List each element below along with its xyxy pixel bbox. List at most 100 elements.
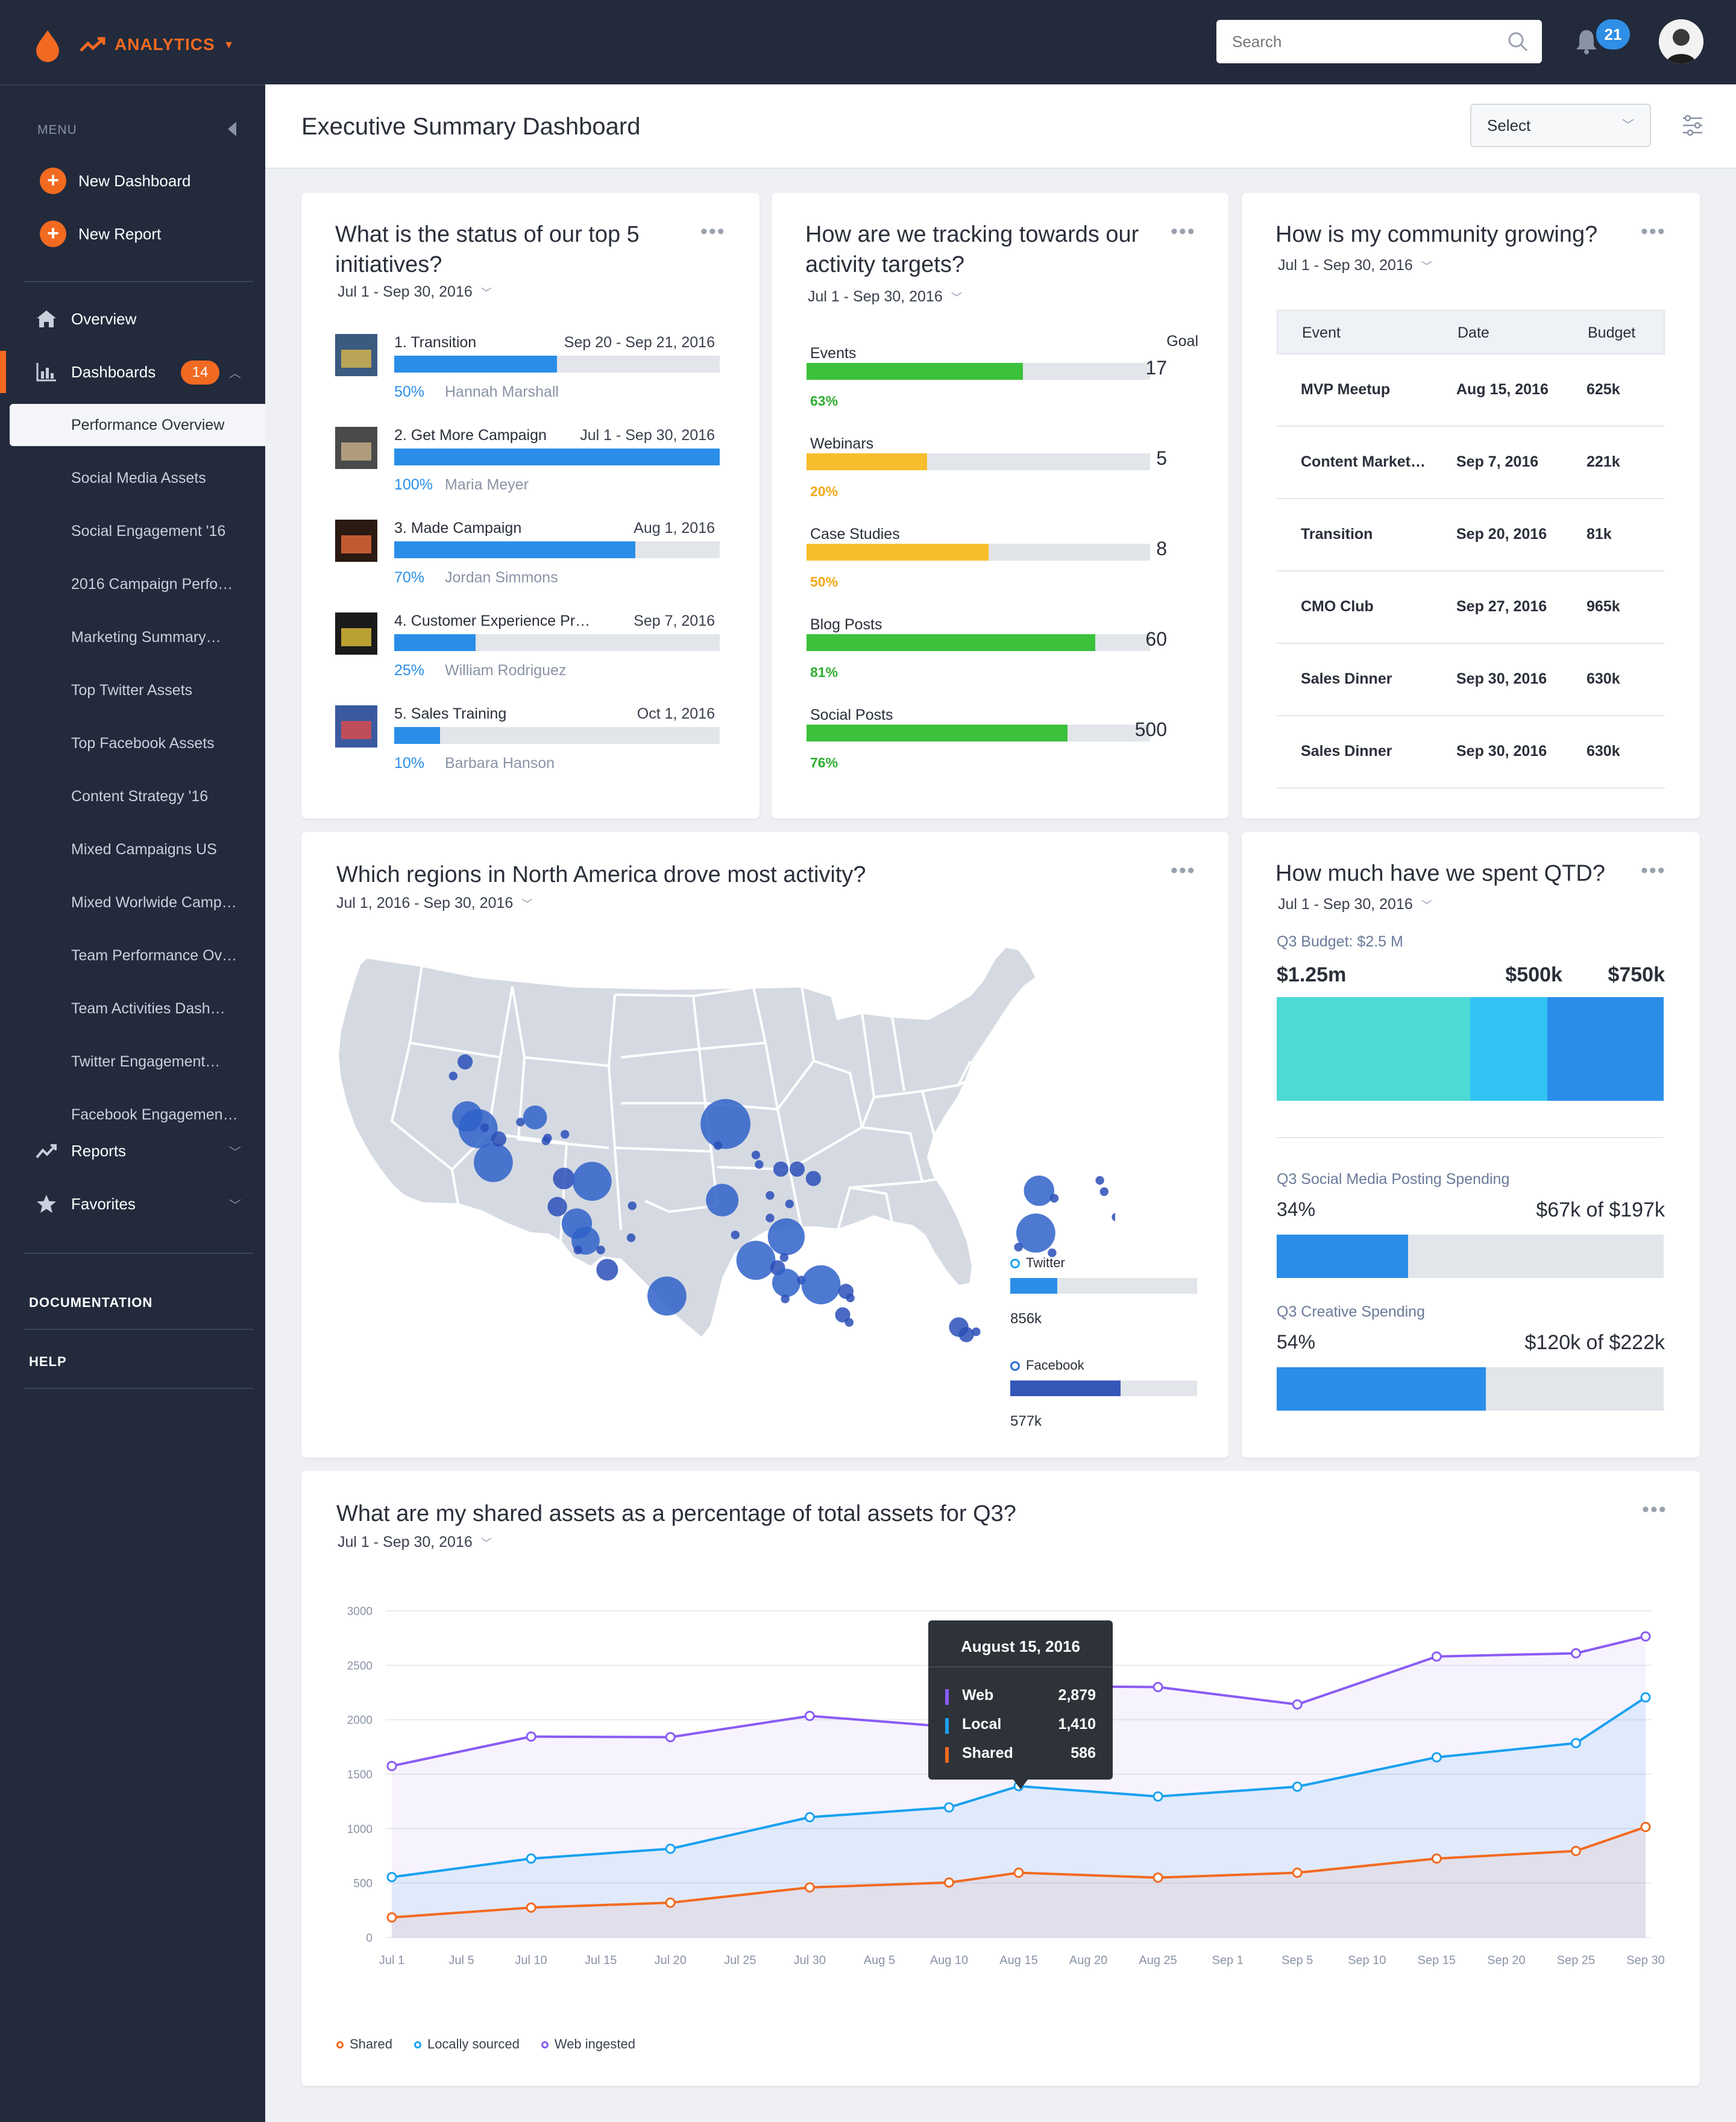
initiative-row[interactable]: 4. Customer Experience Pr… Sep 7, 2016 25%… <box>335 612 720 685</box>
data-point[interactable] <box>1292 1781 1303 1792</box>
more-menu-icon[interactable]: ••• <box>1171 860 1196 881</box>
new-dashboard-button[interactable]: + New Dashboard <box>40 168 190 194</box>
activity-bubble[interactable] <box>736 1241 776 1280</box>
activity-bubble[interactable] <box>553 1167 575 1189</box>
more-menu-icon[interactable]: ••• <box>1171 221 1196 242</box>
data-point[interactable] <box>665 1843 676 1854</box>
table-row[interactable]: CMO Club Sep 27, 2016 965k <box>1277 571 1665 644</box>
data-point[interactable] <box>804 1710 815 1721</box>
avatar[interactable] <box>1659 19 1703 64</box>
legend-item[interactable]: Locally sourced <box>414 2036 520 2052</box>
activity-bubble[interactable] <box>1095 1176 1104 1185</box>
activity-bubble[interactable] <box>547 1197 567 1217</box>
data-point[interactable] <box>1431 1752 1442 1763</box>
activity-bubble[interactable] <box>789 1161 805 1177</box>
activity-bubble[interactable] <box>448 1071 458 1081</box>
sliders-icon[interactable] <box>1681 113 1705 137</box>
data-point[interactable] <box>386 1912 397 1923</box>
activity-bubble[interactable] <box>491 1131 506 1147</box>
initiative-row[interactable]: 3. Made Campaign Aug 1, 2016 70% Jordan Sim… <box>335 520 720 592</box>
column-header[interactable]: Budget <box>1588 324 1635 342</box>
activity-bubble[interactable] <box>972 1327 981 1336</box>
activity-bubble[interactable] <box>751 1150 761 1160</box>
sidebar-subitem[interactable]: Twitter Engagement… <box>10 1041 265 1083</box>
initiative-row[interactable]: 1. Transition Sep 20 - Sep 21, 2016 50% Han… <box>335 334 720 406</box>
sidebar-subitem[interactable]: Team Performance Ov… <box>10 934 265 977</box>
data-point[interactable] <box>1013 1868 1024 1878</box>
activity-bubble[interactable] <box>573 1245 582 1255</box>
activity-bubble[interactable] <box>700 1099 750 1149</box>
initiative-row[interactable]: 2. Get More Campaign Jul 1 - Sep 30, 2016… <box>335 427 720 499</box>
activity-bubble[interactable] <box>1049 1194 1059 1203</box>
data-point[interactable] <box>1431 1651 1442 1662</box>
data-point[interactable] <box>526 1853 536 1864</box>
table-row[interactable]: Content Market… Sep 7, 2016 221k <box>1277 427 1665 499</box>
sidebar-item-dashboards[interactable]: Dashboards 14 ︿ <box>0 351 265 393</box>
data-point[interactable] <box>665 1732 676 1743</box>
legend-item[interactable]: Web ingested <box>541 2036 635 2052</box>
data-point[interactable] <box>1431 1853 1442 1864</box>
more-menu-icon[interactable]: ••• <box>700 221 726 242</box>
activity-bubble[interactable] <box>596 1245 605 1255</box>
activity-bubble[interactable] <box>772 1268 800 1297</box>
app-switcher[interactable]: ANALYTICS ▼ <box>80 35 234 54</box>
data-point[interactable] <box>1292 1868 1303 1878</box>
date-range[interactable]: Jul 1, 2016 - Sep 30, 2016 ﹀ <box>336 895 532 912</box>
activity-bubble[interactable] <box>781 1294 790 1303</box>
documentation-link[interactable]: DOCUMENTATION <box>29 1295 153 1311</box>
more-menu-icon[interactable]: ••• <box>1641 860 1666 881</box>
activity-bubble[interactable] <box>1024 1176 1055 1206</box>
data-point[interactable] <box>804 1812 815 1822</box>
activity-bubble[interactable] <box>626 1233 636 1242</box>
table-row[interactable]: Sales Dinner Sep 30, 2016 630k <box>1277 644 1665 716</box>
data-point[interactable] <box>1570 1738 1581 1749</box>
activity-bubble[interactable] <box>801 1265 841 1305</box>
legend-item[interactable]: Shared <box>336 2036 392 2052</box>
activity-bubble[interactable] <box>766 1191 775 1200</box>
activity-bubble[interactable] <box>958 1327 974 1343</box>
search-input[interactable] <box>1216 20 1542 63</box>
table-row[interactable]: Sales Dinner Sep 30, 2016 630k <box>1277 716 1665 789</box>
data-point[interactable] <box>386 1760 397 1771</box>
column-header[interactable]: Date <box>1458 324 1489 342</box>
chevron-up-icon[interactable]: ︿ <box>229 364 241 381</box>
data-point[interactable] <box>526 1731 536 1742</box>
help-link[interactable]: HELP <box>29 1354 67 1370</box>
initiative-row[interactable]: 5. Sales Training Oct 1, 2016 10% Barbara H… <box>335 705 720 778</box>
sidebar-subitem[interactable]: Top Twitter Assets <box>10 669 265 711</box>
budget-segment[interactable] <box>1470 997 1548 1101</box>
data-point[interactable] <box>1153 1681 1163 1692</box>
sidebar-subitem[interactable]: Content Strategy '16 <box>10 775 265 817</box>
data-point[interactable] <box>1570 1845 1581 1856</box>
activity-bubble[interactable] <box>846 1293 855 1303</box>
sidebar-subitem[interactable]: 2016 Campaign Perfo… <box>10 563 265 605</box>
column-header[interactable]: Event <box>1302 324 1341 342</box>
date-range[interactable]: Jul 1 - Sep 30, 2016 ﹀ <box>338 283 492 301</box>
data-point[interactable] <box>1640 1631 1651 1642</box>
sidebar-subitem[interactable]: Mixed Campaigns US <box>10 828 265 871</box>
search-icon[interactable] <box>1507 31 1529 52</box>
activity-bubble[interactable] <box>713 1141 723 1150</box>
data-point[interactable] <box>1292 1699 1303 1710</box>
activity-bubble[interactable] <box>458 1054 473 1070</box>
data-point[interactable] <box>943 1877 954 1888</box>
logo-icon[interactable] <box>34 29 61 63</box>
table-row[interactable]: Transition Sep 20, 2016 81k <box>1277 499 1665 571</box>
table-row[interactable]: MVP Meetup Aug 15, 2016 625k <box>1277 354 1665 427</box>
notification-badge[interactable]: 21 <box>1596 19 1630 49</box>
activity-bubble[interactable] <box>773 1161 788 1177</box>
new-report-button[interactable]: + New Report <box>40 221 161 247</box>
sidebar-item-overview[interactable]: Overview <box>0 298 265 340</box>
data-point[interactable] <box>1153 1872 1163 1883</box>
bell-icon[interactable] <box>1574 28 1599 54</box>
activity-bubble[interactable] <box>627 1201 637 1211</box>
sidebar-item-favorites[interactable]: Favorites ﹀ <box>0 1183 265 1225</box>
activity-bubble[interactable] <box>480 1123 489 1132</box>
chevron-down-icon[interactable]: ﹀ <box>229 1142 241 1160</box>
activity-bubble[interactable] <box>844 1318 854 1327</box>
data-point[interactable] <box>526 1902 536 1913</box>
data-point[interactable] <box>386 1872 397 1883</box>
budget-segment[interactable] <box>1277 997 1470 1101</box>
activity-bubble[interactable] <box>647 1276 687 1316</box>
more-menu-icon[interactable]: ••• <box>1642 1499 1667 1520</box>
